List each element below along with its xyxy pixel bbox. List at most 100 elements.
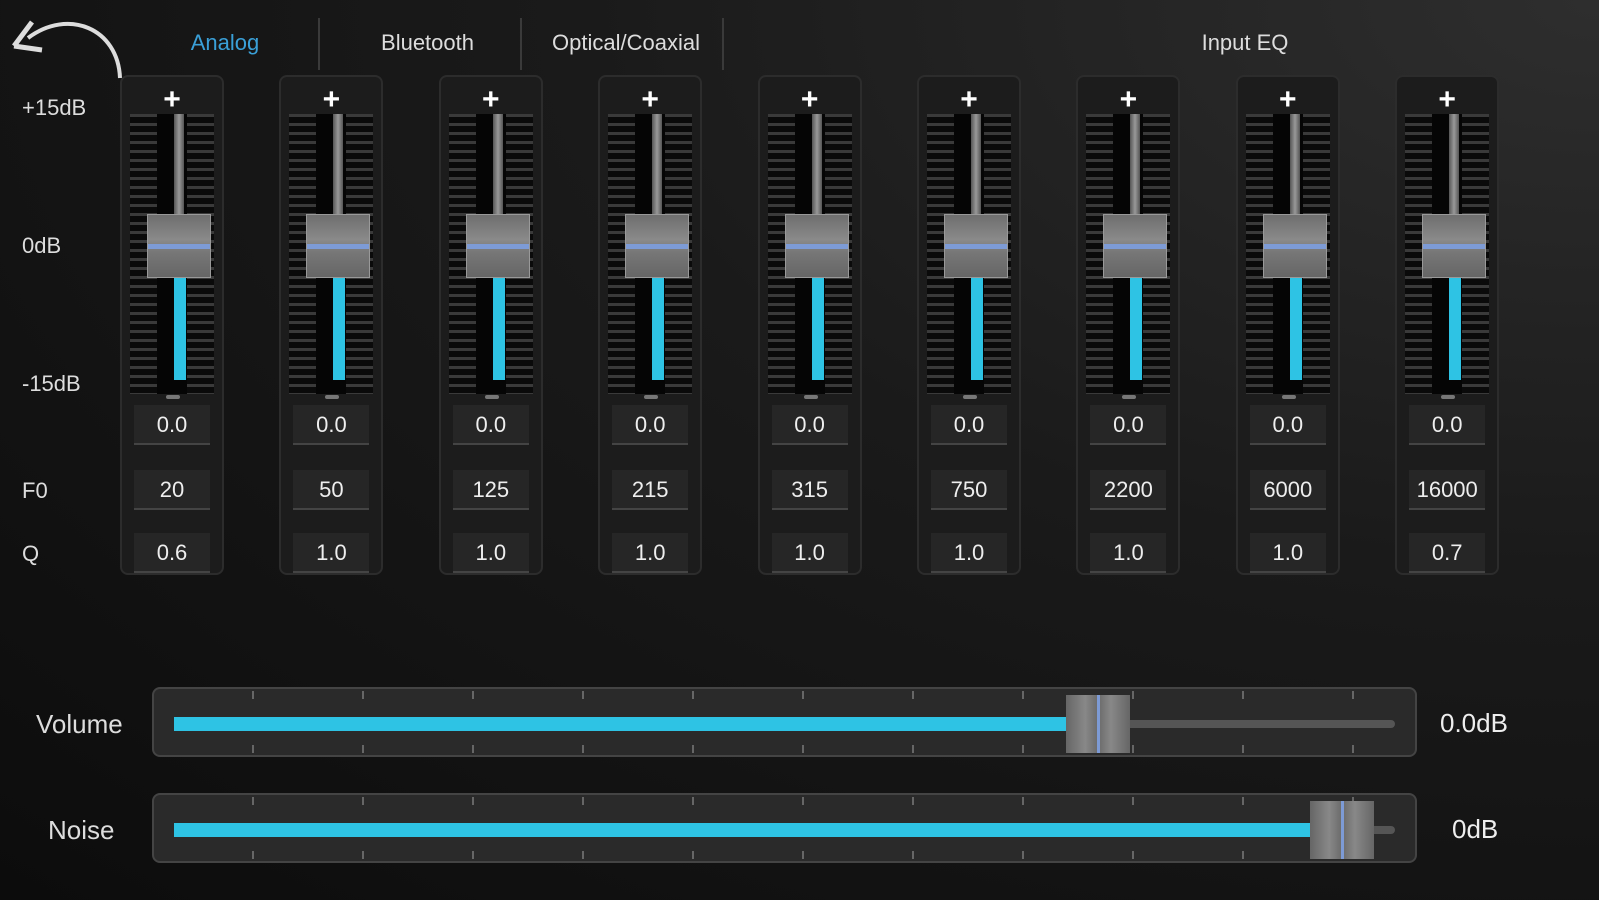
- slider-stem: [174, 114, 184, 214]
- f0-input[interactable]: 2200: [1090, 470, 1167, 510]
- gain-slider[interactable]: [767, 114, 852, 394]
- eq-band-1: + 0.0 20 0.6: [120, 75, 224, 575]
- volume-value: 0.0dB: [1440, 708, 1508, 738]
- gain-input[interactable]: 0.0: [612, 405, 689, 445]
- slider-ticks: [154, 745, 1415, 753]
- gain-knob[interactable]: [306, 214, 371, 278]
- f0-input[interactable]: 315: [771, 470, 848, 510]
- gain-input[interactable]: 0.0: [293, 405, 370, 445]
- eq-band-8: + 0.0 6000 1.0: [1235, 75, 1340, 575]
- plus-icon[interactable]: +: [919, 85, 1019, 115]
- f0-input[interactable]: 50: [293, 470, 370, 510]
- slider-ticks: [154, 691, 1415, 699]
- f0-input[interactable]: 20: [134, 470, 210, 510]
- gain-fill: [652, 278, 665, 380]
- plus-icon[interactable]: +: [122, 85, 222, 115]
- gain-input[interactable]: 0.0: [931, 405, 1007, 445]
- gain-knob[interactable]: [944, 214, 1008, 278]
- minus-icon[interactable]: [484, 395, 499, 399]
- gain-input[interactable]: 0.0: [1249, 405, 1326, 445]
- slider-ticks: [154, 797, 1415, 805]
- f0-input[interactable]: 750: [931, 470, 1007, 510]
- minus-icon[interactable]: [963, 395, 977, 399]
- plus-icon[interactable]: +: [760, 85, 860, 115]
- noise-label: Noise: [48, 815, 115, 845]
- plus-icon[interactable]: +: [441, 85, 541, 115]
- minus-icon[interactable]: [644, 395, 659, 399]
- eq-band-6: + 0.0 750 1.0: [917, 75, 1021, 575]
- slider-stem: [652, 114, 663, 214]
- noise-fill: [174, 823, 1312, 837]
- minus-icon[interactable]: [1281, 395, 1296, 399]
- eq-band-3: + 0.0 125 1.0: [438, 75, 543, 575]
- noise-knob[interactable]: [1309, 801, 1374, 859]
- gain-slider[interactable]: [130, 114, 214, 394]
- gain-input[interactable]: 0.0: [134, 405, 210, 445]
- gain-fill: [492, 278, 505, 380]
- gain-knob[interactable]: [784, 214, 849, 278]
- f0-input[interactable]: 125: [452, 470, 529, 510]
- q-input[interactable]: 1.0: [1249, 533, 1326, 573]
- minus-icon[interactable]: [325, 395, 340, 399]
- gain-input[interactable]: 0.0: [1409, 405, 1486, 445]
- q-input[interactable]: 0.7: [1409, 533, 1486, 573]
- volume-label: Volume: [36, 709, 123, 739]
- f0-input[interactable]: 215: [612, 470, 689, 510]
- minus-icon[interactable]: [166, 395, 180, 399]
- plus-icon[interactable]: +: [1397, 85, 1497, 115]
- gain-input[interactable]: 0.0: [452, 405, 529, 445]
- plus-icon[interactable]: +: [281, 85, 381, 115]
- minus-icon[interactable]: [803, 395, 818, 399]
- q-input[interactable]: 1.0: [612, 533, 689, 573]
- slider-stem: [333, 114, 344, 214]
- q-input[interactable]: 1.0: [931, 533, 1007, 573]
- minus-icon[interactable]: [1441, 395, 1456, 399]
- q-input[interactable]: 1.0: [1090, 533, 1167, 573]
- gain-slider[interactable]: [608, 114, 693, 394]
- tab-optical-coaxial[interactable]: Optical/Coaxial: [530, 30, 722, 60]
- eq-band-7: + 0.0 2200 1.0: [1076, 75, 1181, 575]
- plus-icon[interactable]: +: [1078, 85, 1178, 115]
- q-input[interactable]: 1.0: [452, 533, 529, 573]
- gain-fill: [1130, 278, 1143, 380]
- gain-fill: [811, 278, 824, 380]
- gain-slider[interactable]: [1245, 114, 1330, 394]
- gain-knob[interactable]: [1103, 214, 1168, 278]
- eq-band-2: + 0.0 50 1.0: [279, 75, 384, 575]
- gain-knob[interactable]: [147, 214, 211, 278]
- q-input[interactable]: 1.0: [771, 533, 848, 573]
- f0-input[interactable]: 6000: [1249, 470, 1326, 510]
- f0-label: F0: [22, 478, 48, 503]
- slider-stem: [811, 114, 822, 214]
- gain-slider[interactable]: [927, 114, 1011, 394]
- gain-fill: [333, 278, 346, 380]
- minus-icon[interactable]: [1122, 395, 1137, 399]
- gain-slider[interactable]: [289, 114, 374, 394]
- gain-slider[interactable]: [1086, 114, 1171, 394]
- q-input[interactable]: 1.0: [293, 533, 370, 573]
- tab-analog[interactable]: Analog: [160, 30, 290, 60]
- plus-icon[interactable]: +: [600, 85, 700, 115]
- gain-knob[interactable]: [625, 214, 690, 278]
- eq-band-4: + 0.0 215 1.0: [598, 75, 703, 575]
- volume-slider[interactable]: [152, 687, 1417, 757]
- gain-slider[interactable]: [448, 114, 533, 394]
- plus-icon[interactable]: +: [1238, 85, 1338, 115]
- gain-slider[interactable]: [1405, 114, 1490, 394]
- volume-knob[interactable]: [1065, 695, 1130, 753]
- slider-stem: [1289, 114, 1300, 214]
- tab-bluetooth[interactable]: Bluetooth: [350, 30, 505, 60]
- undo-icon[interactable]: [8, 8, 128, 80]
- gain-knob[interactable]: [465, 214, 530, 278]
- noise-slider[interactable]: [152, 793, 1417, 863]
- gain-knob[interactable]: [1422, 214, 1487, 278]
- gain-knob[interactable]: [1262, 214, 1327, 278]
- slider-ticks: [154, 851, 1415, 859]
- slider-stem: [971, 114, 981, 214]
- gain-fill: [1449, 278, 1462, 380]
- gain-input[interactable]: 0.0: [771, 405, 848, 445]
- tab-divider: [318, 18, 320, 70]
- gain-input[interactable]: 0.0: [1090, 405, 1167, 445]
- q-input[interactable]: 0.6: [134, 533, 210, 573]
- f0-input[interactable]: 16000: [1409, 470, 1486, 510]
